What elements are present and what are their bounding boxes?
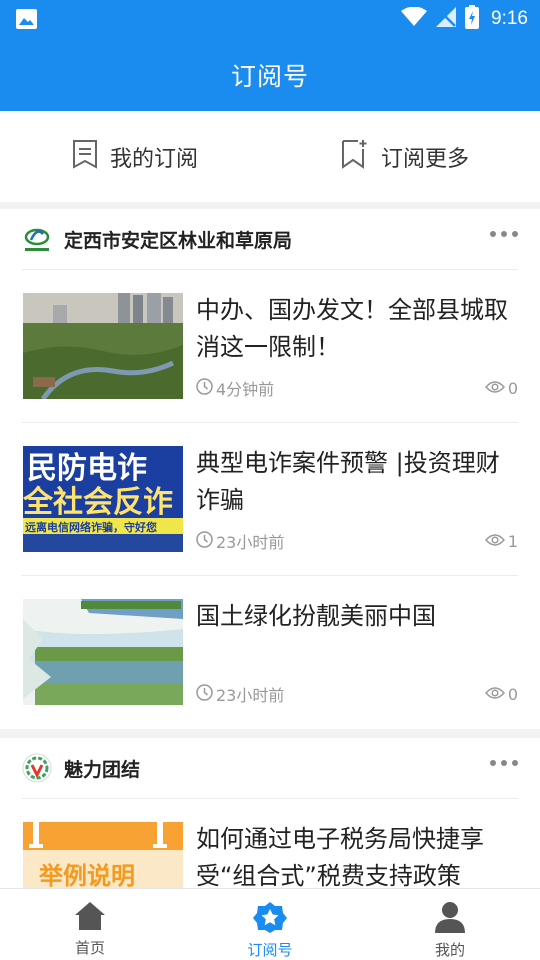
publish-time: 23小时前 — [196, 682, 284, 706]
eye-icon — [484, 685, 505, 704]
article-thumbnail — [23, 293, 183, 399]
clock-icon — [196, 683, 213, 705]
thumbnail-text: 民防电诈 — [27, 451, 147, 486]
nav-home[interactable]: 首页 — [0, 889, 180, 960]
channel-logo-icon — [22, 753, 52, 783]
channel-name: 定西市安定区林业和草原局 — [64, 229, 293, 252]
user-icon — [434, 901, 466, 937]
article-item[interactable]: 举例说明 如何通过电子税务局快捷享受“组合式”税费支持政策 — [22, 799, 518, 888]
channel-header[interactable]: 定西市安定区林业和草原局 — [22, 209, 518, 270]
article-item[interactable]: 中办、国办发文！全部县城取消这一限制！ 4分钟前 0 — [22, 270, 518, 423]
article-title: 中办、国办发文！全部县城取消这一限制！ — [196, 296, 508, 361]
tab-label: 订阅更多 — [380, 146, 469, 172]
app-bar: 订阅号 — [0, 38, 540, 111]
views-text: 0 — [507, 684, 518, 704]
nav-label: 我的 — [434, 941, 465, 959]
more-options-icon[interactable] — [490, 231, 518, 237]
tab-label: 我的订阅 — [109, 146, 198, 172]
clock-icon — [196, 530, 213, 552]
article-title: 如何通过电子税务局快捷享受“组合式”税费支持政策 — [196, 825, 484, 888]
channel-logo-icon — [22, 224, 52, 254]
thumbnail-text: 远离电信网络诈骗，守好您 — [25, 520, 157, 534]
time-text: 23小时前 — [216, 533, 285, 552]
article-thumbnail — [23, 599, 183, 705]
view-count: 0 — [484, 684, 518, 704]
article-meta: 4分钟前 0 — [196, 376, 518, 400]
article-title: 国土绿化扮靓美丽中国 — [196, 602, 436, 630]
star-badge-icon — [253, 901, 287, 937]
clock-icon — [196, 377, 213, 399]
publish-time: 23小时前 — [196, 529, 284, 553]
subscription-list-icon — [72, 139, 98, 175]
bookmark-add-icon — [341, 139, 369, 175]
article-thumbnail: 举例说明 — [23, 822, 183, 888]
nav-label: 订阅号 — [247, 941, 293, 959]
bottom-navigation: 首页 订阅号 我的 — [0, 888, 540, 960]
channel-name: 魅力团结 — [64, 758, 141, 781]
nav-subscriptions[interactable]: 订阅号 — [180, 889, 360, 960]
article-title: 典型电诈案件预警 |投资理财诈骗 — [196, 449, 500, 514]
wifi-icon — [401, 6, 428, 31]
nav-label: 首页 — [74, 939, 105, 957]
tab-subscribe-more[interactable]: 订阅更多 — [270, 111, 540, 202]
channel-card: 魅力团结 举例说明 如何通过电子税务局快捷享受“组合式”税费支持政策 — [0, 738, 540, 888]
article-meta: 23小时前 0 — [196, 682, 518, 706]
article-item[interactable]: 民防电诈 全社会反诈 远离电信网络诈骗，守好您 典型电诈案件预警 |投资理财诈骗… — [22, 423, 518, 576]
eye-icon — [484, 532, 505, 551]
time-text: 4分钟前 — [216, 380, 275, 399]
views-text: 0 — [507, 378, 518, 398]
view-count: 1 — [484, 531, 518, 551]
page-title: 订阅号 — [230, 61, 309, 91]
more-options-icon[interactable] — [490, 760, 518, 766]
views-text: 1 — [507, 531, 518, 551]
clock: 9:16 — [491, 8, 528, 29]
eye-icon — [484, 379, 505, 398]
thumbnail-text: 全社会反诈 — [23, 485, 173, 520]
home-icon — [74, 901, 106, 935]
status-bar: 9:16 — [0, 0, 540, 38]
time-text: 23小时前 — [216, 686, 285, 705]
article-meta: 23小时前 1 — [196, 529, 518, 553]
subscription-tabs: 我的订阅 订阅更多 — [0, 111, 540, 202]
nav-profile[interactable]: 我的 — [360, 889, 540, 960]
article-item[interactable]: 国土绿化扮靓美丽中国 23小时前 0 — [22, 576, 518, 729]
publish-time: 4分钟前 — [196, 376, 274, 400]
channel-header[interactable]: 魅力团结 — [22, 738, 518, 799]
article-thumbnail: 民防电诈 全社会反诈 远离电信网络诈骗，守好您 — [23, 446, 183, 552]
no-signal-icon — [435, 6, 457, 32]
tab-my-subscriptions[interactable]: 我的订阅 — [0, 111, 270, 202]
battery-icon — [465, 5, 480, 33]
view-count: 0 — [484, 378, 518, 398]
image-icon — [16, 9, 37, 33]
thumbnail-text: 举例说明 — [38, 862, 135, 888]
channel-card: 定西市安定区林业和草原局 中办、国办发文！全部县城取消这一限制！ 4分钟前 0 … — [0, 209, 540, 729]
